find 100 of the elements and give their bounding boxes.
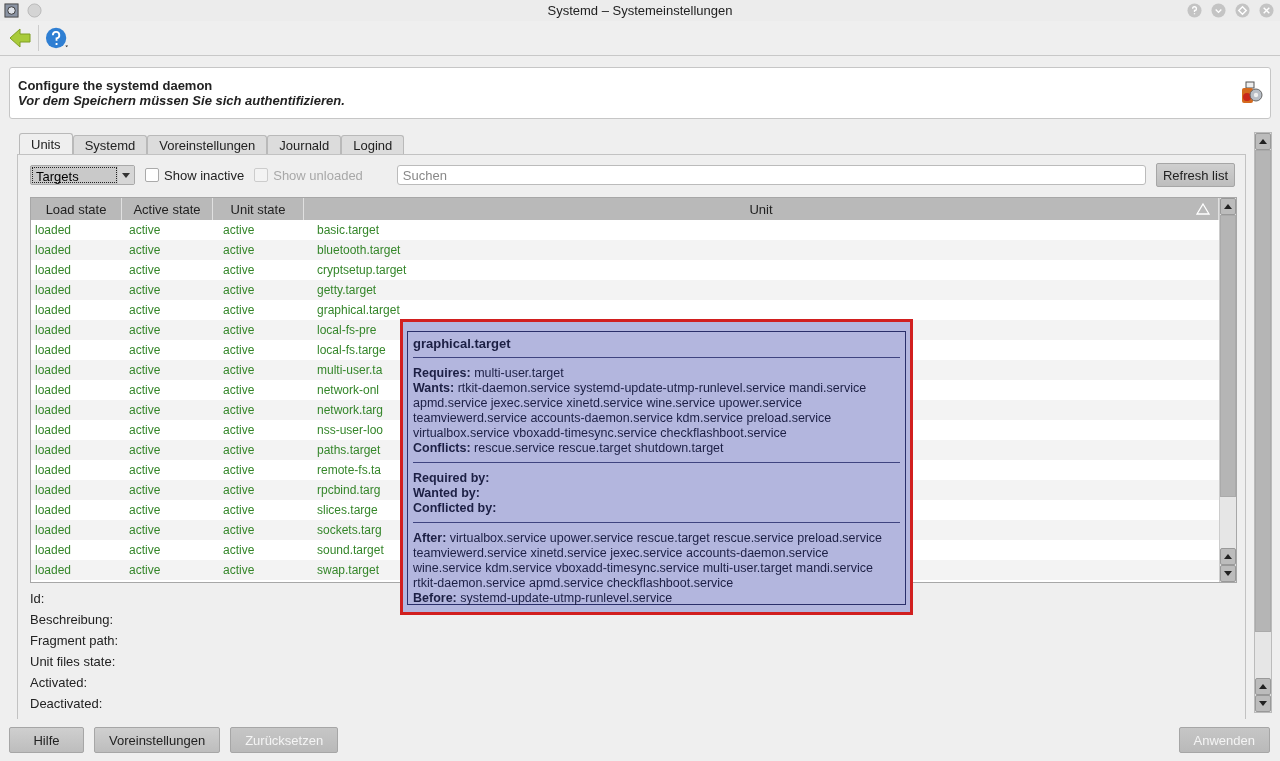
tooltip-title: graphical.target xyxy=(413,335,512,353)
page-scrollbar[interactable] xyxy=(1254,132,1272,713)
table-cell: loaded xyxy=(35,323,72,337)
table-cell: active xyxy=(129,243,161,257)
table-cell: loaded xyxy=(35,263,72,277)
detail-label: Activated: xyxy=(30,675,88,691)
tooltip-line: Conflicted by: xyxy=(413,501,498,516)
table-cell: loaded xyxy=(35,523,72,537)
tooltip-line: Before: systemd-update-utmp-runlevel.service xyxy=(413,591,674,606)
table-cell: active xyxy=(223,303,255,317)
table-cell: active xyxy=(129,323,161,337)
table-cell: local-fs.targe xyxy=(317,343,386,357)
table-scrollbar[interactable] xyxy=(1219,198,1236,582)
table-cell: rpcbind.targ xyxy=(317,483,381,497)
table-cell: multi-user.ta xyxy=(317,363,383,377)
column-header[interactable]: Active state xyxy=(122,198,213,220)
table-cell: active xyxy=(129,523,161,537)
scroll-up-icon[interactable] xyxy=(1224,204,1232,209)
table-cell: loaded xyxy=(35,503,72,517)
table-cell: active xyxy=(129,563,161,577)
checkbox[interactable]: Show inactive xyxy=(145,167,245,183)
dropdown-arrow-icon xyxy=(122,172,130,178)
table-cell: loaded xyxy=(35,223,72,237)
table-cell: network.targ xyxy=(317,403,384,417)
table-cell: active xyxy=(223,563,255,577)
tooltip-line: Wanted by: xyxy=(413,486,481,501)
column-header[interactable]: Load state xyxy=(31,198,122,220)
table-cell: loaded xyxy=(35,543,72,557)
table-cell: active xyxy=(223,223,255,237)
table-cell: sockets.targ xyxy=(317,523,382,537)
minimize-icon[interactable] xyxy=(1211,3,1226,18)
sort-indicator-icon xyxy=(1196,203,1210,215)
dialog-button[interactable]: Voreinstellungen xyxy=(94,727,221,753)
table-cell: graphical.target xyxy=(317,303,400,317)
table-cell: active xyxy=(223,423,255,437)
table-cell: sound.target xyxy=(317,543,384,557)
table-cell: active xyxy=(129,503,161,517)
table-cell: slices.targe xyxy=(317,503,378,517)
tooltip-line: After: virtualbox.service upower.service rescue.target rescue.service preload.service xyxy=(413,531,883,546)
table-cell: active xyxy=(129,463,161,477)
table-cell: active xyxy=(223,263,255,277)
table-cell: active xyxy=(223,343,255,357)
table-cell: active xyxy=(223,543,255,557)
maximize-icon[interactable] xyxy=(1235,3,1250,18)
tab[interactable]: Journald xyxy=(267,135,342,154)
table-cell: active xyxy=(129,403,161,417)
table-cell: local-fs-pre xyxy=(317,323,377,337)
table-cell: loaded xyxy=(35,403,72,417)
table-cell: loaded xyxy=(35,283,72,297)
column-header[interactable]: Unit state xyxy=(213,198,304,220)
detail-label: Fragment path: xyxy=(30,633,119,649)
table-cell: loaded xyxy=(35,243,72,257)
table-cell: active xyxy=(223,283,255,297)
back-arrow-icon[interactable] xyxy=(8,26,32,50)
tooltip-line: teamviewerd.service accounts-daemon.service kdm.service preload.service xyxy=(413,411,833,426)
table-cell: active xyxy=(223,363,255,377)
table-cell: network-onl xyxy=(317,383,380,397)
table-cell: active xyxy=(129,223,161,237)
dialog-button[interactable]: Hilfe xyxy=(9,727,84,753)
table-cell: getty.target xyxy=(317,283,377,297)
table-cell: active xyxy=(129,283,161,297)
table-cell: loaded xyxy=(35,383,72,397)
detail-label: Id: xyxy=(30,591,45,607)
table-cell: active xyxy=(129,483,161,497)
table-cell: active xyxy=(129,443,161,457)
scroll-up-icon[interactable] xyxy=(1259,139,1267,144)
tab[interactable]: Systemd xyxy=(72,135,148,154)
header-subtitle: Vor dem Speichern müssen Sie sich authentifizieren. xyxy=(18,93,346,108)
table-cell: active xyxy=(129,303,161,317)
table-cell: loaded xyxy=(35,443,72,457)
app-icon xyxy=(4,3,19,18)
help-icon[interactable] xyxy=(1187,3,1202,18)
tooltip-line: Wants: rtkit-daemon.service systemd-update-utmp-runlevel.service mandi.service xyxy=(413,381,868,396)
table-cell: basic.target xyxy=(317,223,380,237)
unit-type-dropdown[interactable]: Targets xyxy=(30,165,135,185)
refresh-list-button[interactable]: Refresh list xyxy=(1155,163,1235,187)
tooltip-line: apmd.service jexec.service xinetd.service wine.service upower.service xyxy=(413,396,804,411)
scroll-up-icon[interactable] xyxy=(1259,684,1267,689)
close-icon[interactable] xyxy=(1259,3,1274,18)
search-field[interactable]: Suchen xyxy=(396,165,1146,185)
table-cell: active xyxy=(223,403,255,417)
tab[interactable]: Voreinstellungen xyxy=(147,135,268,154)
scroll-down-icon[interactable] xyxy=(1224,571,1232,576)
scroll-up-icon[interactable] xyxy=(1224,554,1232,559)
table-cell: bluetooth.target xyxy=(317,243,401,257)
table-cell: loaded xyxy=(35,363,72,377)
table-cell: loaded xyxy=(35,343,72,357)
tooltip-line: rtkit-daemon.service apmd.service checkflashboot.service xyxy=(413,576,735,591)
tab[interactable]: Units xyxy=(19,133,73,154)
table-cell: loaded xyxy=(35,483,72,497)
help-icon[interactable] xyxy=(45,26,69,50)
tab[interactable]: Logind xyxy=(341,135,405,154)
table-cell: loaded xyxy=(35,563,72,577)
table-cell: active xyxy=(129,263,161,277)
detail-label: Unit files state: xyxy=(30,654,116,670)
table-cell: swap.target xyxy=(317,563,380,577)
table-cell: active xyxy=(129,343,161,357)
scroll-down-icon[interactable] xyxy=(1259,701,1267,706)
tooltip-line: Requires: multi-user.target xyxy=(413,366,565,381)
tooltip-line: virtualbox.service vboxadd-timesync.service checkflashboot.service xyxy=(413,426,788,441)
